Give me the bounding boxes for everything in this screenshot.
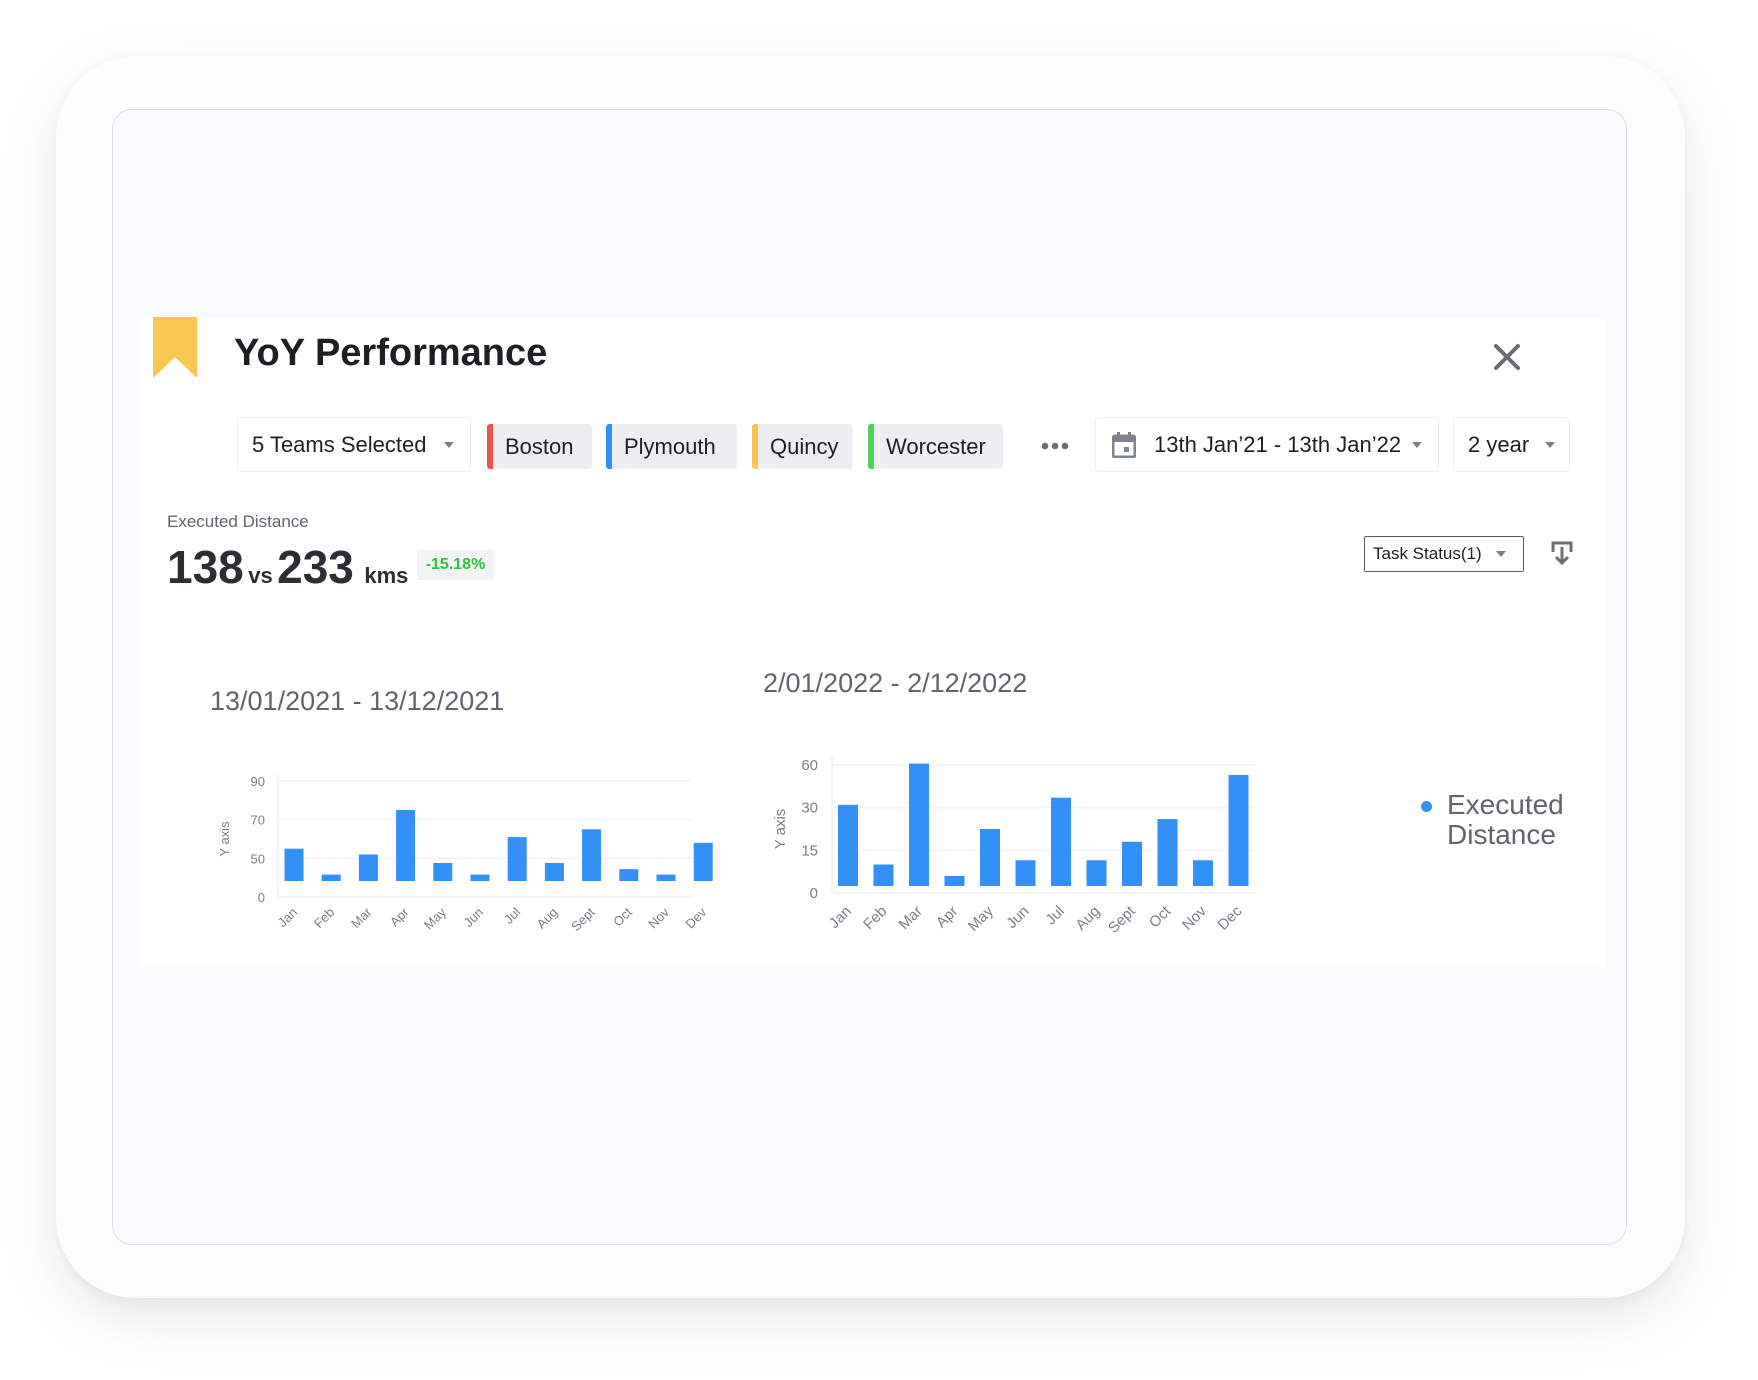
y-tick-label: 70 <box>251 813 265 828</box>
x-tick-label: Sept <box>1105 902 1139 936</box>
x-tick-label: Jun <box>461 905 486 930</box>
charts-canvas: 0507090Y axisJan Feb Mar Apr May Jun Jul Aug Sep… <box>217 757 1255 937</box>
x-tick-label: Aug <box>534 905 561 932</box>
bar-aug <box>544 862 564 881</box>
bar-jun <box>1015 860 1036 886</box>
x-tick-label: Aug <box>1072 903 1103 934</box>
bar-feb <box>321 874 341 881</box>
y-tick-label: 15 <box>801 842 818 859</box>
x-tick-label: Jan <box>275 905 300 930</box>
legend-label-line1: Executed <box>1447 789 1564 820</box>
bar-jan <box>284 848 304 881</box>
bar-jul <box>1051 797 1071 886</box>
y-tick-label: 30 <box>801 800 818 817</box>
legend-label-line2: Distance <box>1447 819 1556 850</box>
x-tick-label: Oct <box>610 904 635 929</box>
bar-may <box>980 829 1000 886</box>
bar-dec <box>1228 774 1249 886</box>
bar-feb <box>873 864 894 886</box>
legend-item[interactable]: Executed Distance <box>1447 790 1564 850</box>
y-tick-label: 60 <box>801 757 818 774</box>
bar-may <box>433 862 453 881</box>
y-axis-label: Y axis <box>217 821 232 857</box>
x-tick-label: Apr <box>387 904 412 929</box>
bar-oct <box>1157 819 1178 886</box>
x-tick-label: Jul <box>1042 903 1068 929</box>
y-tick-label: 0 <box>810 885 818 902</box>
x-tick-label: Sept <box>568 904 598 934</box>
x-tick-label: Oct <box>1146 902 1175 931</box>
x-tick-label: Mar <box>896 903 926 933</box>
x-tick-label: Feb <box>311 905 337 931</box>
bar-oct <box>619 869 639 881</box>
y-tick-label: 90 <box>251 774 265 789</box>
x-tick-label: May <box>965 902 997 934</box>
bar-jan <box>838 804 858 886</box>
bar-aug <box>1086 860 1107 886</box>
bar-mar <box>909 763 929 886</box>
bar-sept <box>1122 841 1142 886</box>
bar-apr <box>396 810 416 881</box>
x-tick-label: Nov <box>645 904 672 931</box>
bar-dev <box>693 842 713 881</box>
legend-marker <box>1421 801 1432 812</box>
y-tick-label: 50 <box>251 851 265 866</box>
bar-apr <box>944 875 965 886</box>
bar-sept <box>582 829 602 881</box>
y-tick-label: 0 <box>258 890 265 905</box>
bar-mar <box>358 854 378 881</box>
x-tick-label: Apr <box>933 903 962 932</box>
bar-nov <box>656 874 676 881</box>
x-tick-label: Dec <box>1214 902 1245 933</box>
bar-jul <box>507 837 527 881</box>
x-tick-label: Nov <box>1179 902 1210 933</box>
x-tick-label: Dev <box>682 904 709 931</box>
x-tick-label: Jun <box>1003 903 1032 932</box>
y-axis-label: Y axis <box>772 809 789 850</box>
x-tick-label: Feb <box>860 903 890 933</box>
bar-nov <box>1193 860 1213 886</box>
bar-jun <box>470 874 490 881</box>
x-tick-label: May <box>421 904 449 932</box>
x-tick-label: Mar <box>348 904 375 931</box>
x-tick-label: Jul <box>501 904 523 926</box>
x-tick-label: Jan <box>826 903 855 932</box>
